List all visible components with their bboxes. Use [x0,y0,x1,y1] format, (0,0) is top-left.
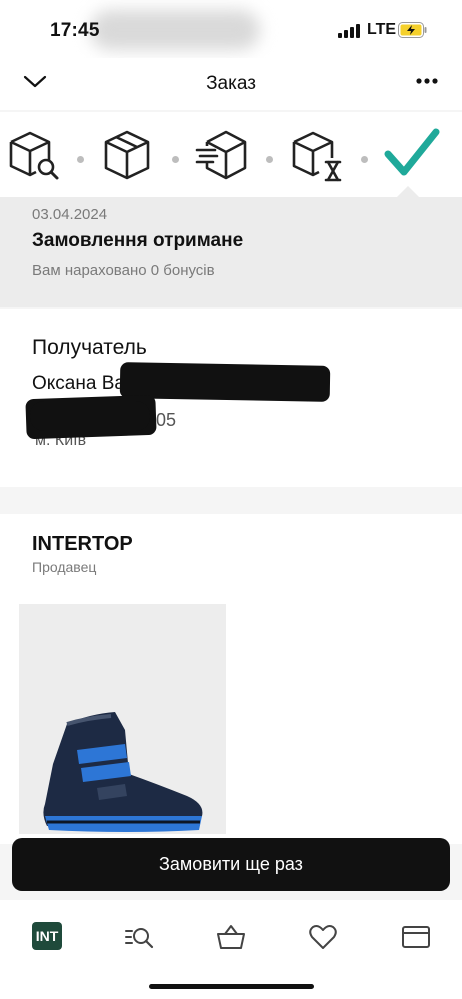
search-list-icon[interactable] [124,922,154,952]
recipient-label: Получатель [32,336,147,359]
box-hourglass-icon [292,131,342,182]
step-dot [77,156,84,163]
reorder-button[interactable]: Замовити ще раз [12,838,450,891]
step-dot [266,156,273,163]
order-progress [0,112,462,198]
order-status: Замовлення отримане [32,230,244,251]
orders-icon[interactable] [401,922,431,952]
home-indicator [149,984,314,989]
check-icon [384,128,440,176]
signal-icon [338,24,362,38]
seller-name: INTERTOP [32,533,133,555]
boot-image [43,712,203,832]
order-date: 03.04.2024 [32,206,108,223]
bonus-text: Вам нараховано 0 бонусів [32,262,215,279]
basket-icon[interactable] [216,922,246,952]
redaction-mark [30,401,150,431]
box-icon [104,130,150,180]
step-dot [172,156,179,163]
product-image[interactable] [19,604,226,834]
heart-icon[interactable] [308,922,338,952]
network-label: LTE [367,21,397,38]
more-icon[interactable] [414,72,440,90]
page-title: Заказ [206,73,256,94]
blurred-area [90,10,260,50]
seller-label: Продавец [32,559,97,575]
status-time: 17:45 [50,20,100,41]
step-dot [361,156,368,163]
intertop-logo-icon[interactable]: INT [32,922,62,950]
fast-delivery-box-icon [195,130,247,180]
search-box-icon [9,131,59,180]
battery-icon [398,22,427,38]
